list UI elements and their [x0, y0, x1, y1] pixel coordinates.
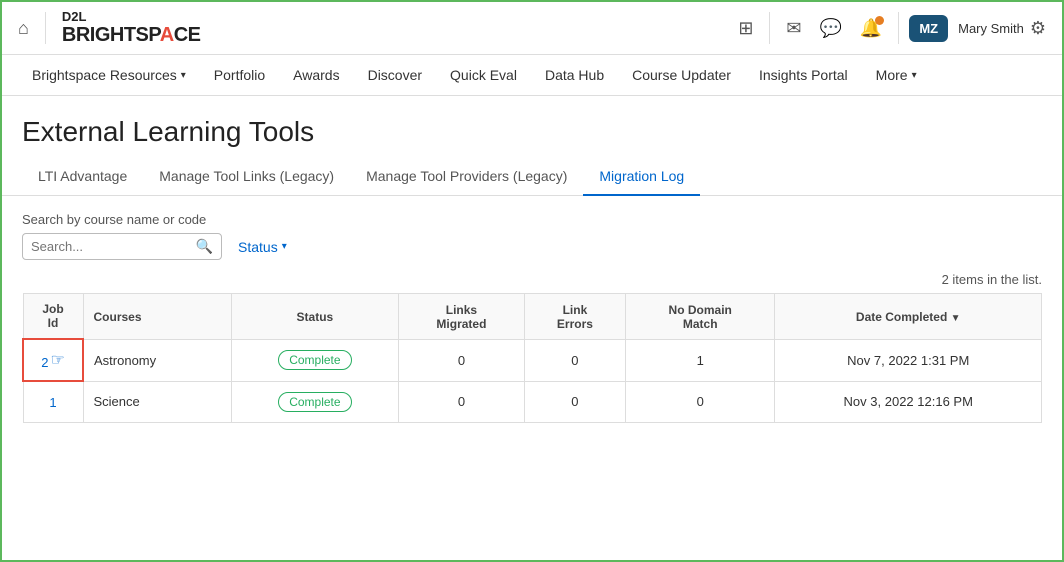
table-row: 2☞AstronomyComplete001Nov 7, 2022 1:31 P…: [23, 339, 1042, 381]
chevron-down-icon: ▾: [912, 70, 917, 81]
chevron-down-icon: ▾: [282, 241, 287, 252]
status-badge: Complete: [278, 392, 351, 412]
status-badge: Complete: [278, 350, 351, 370]
items-count: 2 items in the list.: [2, 268, 1062, 293]
nav-course-updater[interactable]: Course Updater: [618, 55, 745, 95]
job-id-link[interactable]: 1: [34, 395, 73, 410]
nav-more[interactable]: More ▾: [862, 55, 931, 95]
table-row: 1ScienceComplete000Nov 3, 2022 12:16 PM: [23, 381, 1042, 422]
tab-manage-tool-links[interactable]: Manage Tool Links (Legacy): [143, 158, 350, 196]
logo-brightspace: BRIGHTSPACE: [62, 24, 201, 46]
col-header-courses: Courses: [83, 294, 231, 340]
col-header-job-id: JobId: [23, 294, 83, 340]
page-title-section: External Learning Tools: [2, 96, 1062, 158]
tab-lti-advantage[interactable]: LTI Advantage: [22, 158, 143, 196]
job-id-cell[interactable]: 1: [23, 381, 83, 422]
nav-portfolio[interactable]: Portfolio: [200, 55, 279, 95]
logo-d2l: D2L: [62, 10, 201, 24]
nav-discover[interactable]: Discover: [354, 55, 436, 95]
col-header-links-migrated: LinksMigrated: [399, 294, 525, 340]
nav-data-hub[interactable]: Data Hub: [531, 55, 618, 95]
nav-insights-portal[interactable]: Insights Portal: [745, 55, 862, 95]
settings-icon[interactable]: ⚙: [1030, 18, 1046, 39]
top-bar: ⌂ D2L BRIGHTSPACE ⊞ ✉ 💬 🔔 MZ Mary Smith …: [2, 2, 1062, 55]
nav-quick-eval[interactable]: Quick Eval: [436, 55, 531, 95]
home-icon[interactable]: ⌂: [18, 18, 29, 39]
link-errors-cell: 0: [524, 339, 625, 381]
date-completed-cell: Nov 3, 2022 12:16 PM: [775, 381, 1042, 422]
search-row: 🔍 Status ▾: [22, 233, 1042, 260]
user-avatar[interactable]: MZ: [909, 15, 948, 42]
migration-log-table: JobId Courses Status LinksMigrated LinkE…: [22, 293, 1042, 423]
apps-icon[interactable]: ⊞: [732, 12, 759, 45]
status-filter-button[interactable]: Status ▾: [238, 239, 287, 255]
nav-awards[interactable]: Awards: [279, 55, 353, 95]
page-title: External Learning Tools: [22, 116, 1042, 148]
job-id-cell[interactable]: 2☞: [23, 339, 83, 381]
col-header-date-completed[interactable]: Date Completed ▼: [775, 294, 1042, 340]
notifications-icon[interactable]: 🔔: [854, 12, 888, 45]
no-domain-match-cell: 0: [625, 381, 775, 422]
search-icon: 🔍: [196, 238, 213, 255]
courses-cell: Astronomy: [83, 339, 231, 381]
nav-brightspace-resources[interactable]: Brightspace Resources ▾: [18, 55, 200, 95]
col-header-link-errors: LinkErrors: [524, 294, 625, 340]
notification-badge: [875, 16, 884, 25]
date-completed-cell: Nov 7, 2022 1:31 PM: [775, 339, 1042, 381]
top-icons: ⊞ ✉ 💬 🔔 MZ Mary Smith ⚙: [732, 12, 1046, 45]
tab-migration-log[interactable]: Migration Log: [583, 158, 700, 196]
job-id-link[interactable]: 2☞: [34, 350, 72, 370]
search-box[interactable]: 🔍: [22, 233, 222, 260]
cursor-icon: ☞: [50, 350, 64, 370]
tabs: LTI Advantage Manage Tool Links (Legacy)…: [2, 158, 1062, 196]
nav-bar: Brightspace Resources ▾ Portfolio Awards…: [2, 55, 1062, 96]
search-label: Search by course name or code: [22, 212, 1042, 227]
col-header-no-domain-match: No DomainMatch: [625, 294, 775, 340]
no-domain-match-cell: 1: [625, 339, 775, 381]
tab-manage-tool-providers[interactable]: Manage Tool Providers (Legacy): [350, 158, 583, 196]
mail-icon[interactable]: ✉: [780, 12, 807, 45]
user-name: Mary Smith: [958, 21, 1024, 36]
table-wrap: JobId Courses Status LinksMigrated LinkE…: [2, 293, 1062, 443]
chevron-down-icon: ▾: [181, 70, 186, 81]
table-header-row: JobId Courses Status LinksMigrated LinkE…: [23, 294, 1042, 340]
divider: [45, 12, 46, 44]
search-area: Search by course name or code 🔍 Status ▾: [2, 196, 1062, 268]
status-cell: Complete: [231, 381, 398, 422]
chat-icon[interactable]: 💬: [814, 12, 848, 45]
logo: D2L BRIGHTSPACE: [62, 10, 201, 46]
courses-cell: Science: [83, 381, 231, 422]
search-input[interactable]: [31, 239, 196, 254]
links-migrated-cell: 0: [399, 381, 525, 422]
link-errors-cell: 0: [524, 381, 625, 422]
links-migrated-cell: 0: [399, 339, 525, 381]
sort-icon: ▼: [951, 313, 961, 324]
status-cell: Complete: [231, 339, 398, 381]
col-header-status: Status: [231, 294, 398, 340]
